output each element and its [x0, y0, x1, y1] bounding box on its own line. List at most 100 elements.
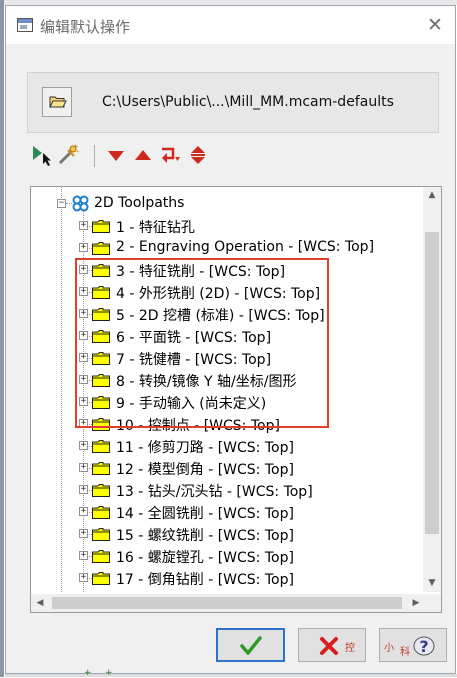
help-icon: ?: [413, 636, 435, 656]
move-to-button[interactable]: [159, 144, 181, 166]
toolpaths-group-icon: [72, 195, 89, 212]
edit-operation-button[interactable]: [57, 144, 79, 166]
tree-item-label[interactable]: 7 - 铣健槽 - [WCS: Top]: [116, 349, 271, 369]
tree-item-label[interactable]: 13 - 钻头/沉头钻 - [WCS: Top]: [116, 481, 313, 501]
expand-toggle[interactable]: +: [79, 309, 88, 318]
tree-item-label[interactable]: 12 - 模型倒角 - [WCS: Top]: [116, 459, 294, 479]
scroll-left-arrow[interactable]: ◀: [31, 594, 49, 612]
folder-icon: [92, 308, 110, 321]
tree-item[interactable]: +8 - 转换/镜像 Y 轴/坐标/图形: [31, 369, 421, 391]
folder-icon: [92, 462, 110, 475]
ok-button[interactable]: [216, 628, 285, 662]
folder-icon: [92, 418, 110, 431]
scroll-down-arrow[interactable]: ▼: [423, 575, 441, 592]
tree-item[interactable]: +13 - 钻头/沉头钻 - [WCS: Top]: [31, 479, 421, 501]
scroll-up-arrow[interactable]: ▲: [423, 187, 441, 204]
select-arrow-button[interactable]: [31, 144, 53, 166]
root-collapse-toggle[interactable]: −: [57, 199, 66, 208]
vertical-scroll-thumb[interactable]: [425, 232, 439, 534]
vertical-scrollbar[interactable]: ▲ ▼: [423, 187, 441, 592]
title-bar: 编辑默认操作 ✕: [6, 6, 455, 44]
toolbar-separator: [94, 145, 95, 167]
tree-item-label[interactable]: 17 - 倒角钻削 - [WCS: Top]: [116, 569, 294, 589]
expand-toggle[interactable]: +: [79, 375, 88, 384]
expand-toggle[interactable]: +: [79, 529, 88, 538]
tree-root-label[interactable]: 2D Toolpaths: [94, 195, 184, 211]
tree-item-label[interactable]: 4 - 外形铣削 (2D) - [WCS: Top]: [116, 283, 320, 303]
tree-item-label[interactable]: 18 - 底切铣削 - [WCS: Top]: [116, 591, 294, 592]
expand-toggle[interactable]: +: [79, 397, 88, 406]
tree-item-label[interactable]: 3 - 特征铣削 - [WCS: Top]: [116, 261, 285, 281]
tree-item-label[interactable]: 16 - 螺旋镗孔 - [WCS: Top]: [116, 547, 294, 567]
expand-toggle[interactable]: +: [79, 485, 88, 494]
tree-item-label[interactable]: 10 - 控制点 - [WCS: Top]: [116, 415, 280, 435]
tree-item-label[interactable]: 15 - 螺纹铣削 - [WCS: Top]: [116, 525, 294, 545]
defaults-file-panel: C:\Users\Public\...\Mill_MM.mcam-default…: [27, 72, 439, 133]
expand-toggle[interactable]: +: [79, 463, 88, 472]
window-icon: [17, 18, 33, 32]
expand-toggle[interactable]: +: [79, 353, 88, 362]
expand-toggle[interactable]: +: [79, 551, 88, 560]
expand-toggle[interactable]: +: [79, 441, 88, 450]
help-glyph: ?: [419, 637, 428, 656]
expand-toggle[interactable]: +: [79, 573, 88, 582]
expand-collapse-icon: [191, 146, 205, 164]
tree-item[interactable]: +6 - 平面铣 - [WCS: Top]: [31, 325, 421, 347]
tree-item[interactable]: +10 - 控制点 - [WCS: Top]: [31, 413, 421, 435]
expand-toggle[interactable]: +: [79, 265, 88, 274]
tree-item[interactable]: +9 - 手动输入 (尚未定义): [31, 391, 421, 413]
folder-icon: [92, 506, 110, 519]
folder-icon: [92, 396, 110, 409]
edit-default-operations-dialog: 编辑默认操作 ✕ C:\Users\Public\...\Mill_MM.mca…: [5, 5, 456, 674]
open-file-button[interactable]: [42, 87, 72, 117]
tree-item[interactable]: +18 - 底切铣削 - [WCS: Top]: [31, 589, 421, 592]
tree-item-label[interactable]: 1 - 特征钻孔: [116, 217, 195, 237]
move-down-button[interactable]: [105, 144, 127, 166]
red-x-icon: [320, 637, 338, 655]
help-button[interactable]: 小 科 ?: [379, 628, 447, 662]
tree-item[interactable]: +2 - Engraving Operation - [WCS: Top]: [31, 237, 421, 259]
tree-item[interactable]: +15 - 螺纹铣削 - [WCS: Top]: [31, 523, 421, 545]
move-up-button[interactable]: [132, 144, 154, 166]
folder-icon: [92, 572, 110, 585]
tree-item[interactable]: +1 - 特征钻孔: [31, 215, 421, 237]
background-app-strip: [0, 0, 4, 677]
folder-icon: [92, 440, 110, 453]
expand-toggle[interactable]: +: [79, 419, 88, 428]
tree-item[interactable]: +3 - 特征铣削 - [WCS: Top]: [31, 259, 421, 281]
expand-toggle[interactable]: +: [79, 287, 88, 296]
tree-item[interactable]: +5 - 2D 挖槽 (标准) - [WCS: Top]: [31, 303, 421, 325]
move-to-icon: [162, 147, 180, 163]
expand-toggle[interactable]: +: [79, 243, 88, 252]
folder-icon: [92, 286, 110, 299]
tree-item[interactable]: +4 - 外形铣削 (2D) - [WCS: Top]: [31, 281, 421, 303]
tree-item-label[interactable]: 2 - Engraving Operation - [WCS: Top]: [116, 239, 374, 255]
tree-item-label[interactable]: 6 - 平面铣 - [WCS: Top]: [116, 327, 271, 347]
tree-item[interactable]: +12 - 模型倒角 - [WCS: Top]: [31, 457, 421, 479]
folder-icon: [92, 330, 110, 343]
expand-collapse-button[interactable]: [187, 144, 209, 166]
close-button[interactable]: ✕: [421, 12, 449, 38]
tree-item-label[interactable]: 5 - 2D 挖槽 (标准) - [WCS: Top]: [116, 305, 325, 325]
wand-edit-icon: [58, 144, 79, 165]
checkmark-icon: [240, 636, 262, 655]
expand-toggle[interactable]: +: [79, 507, 88, 516]
tree-item-label[interactable]: 14 - 全圆铣削 - [WCS: Top]: [116, 503, 294, 523]
tree-item[interactable]: +7 - 铣健槽 - [WCS: Top]: [31, 347, 421, 369]
folder-icon: [92, 264, 110, 277]
tree-toolbar: [31, 144, 231, 170]
open-folder-icon: [49, 96, 67, 108]
tree-item[interactable]: +16 - 螺旋镗孔 - [WCS: Top]: [31, 545, 421, 567]
tree-item[interactable]: +17 - 倒角钻削 - [WCS: Top]: [31, 567, 421, 589]
tree-item-label[interactable]: 9 - 手动输入 (尚未定义): [116, 393, 266, 413]
expand-toggle[interactable]: +: [79, 331, 88, 340]
horizontal-scrollbar[interactable]: ◀ ▶: [31, 594, 425, 612]
expand-toggle[interactable]: +: [79, 221, 88, 230]
horizontal-scroll-thumb[interactable]: [52, 597, 402, 609]
cancel-button[interactable]: 控: [298, 628, 366, 662]
tree-item[interactable]: +11 - 修剪刀路 - [WCS: Top]: [31, 435, 421, 457]
defaults-file-path: C:\Users\Public\...\Mill_MM.mcam-default…: [102, 94, 394, 110]
tree-item-label[interactable]: 8 - 转换/镜像 Y 轴/坐标/图形: [116, 371, 296, 391]
tree-item[interactable]: +14 - 全圆铣削 - [WCS: Top]: [31, 501, 421, 523]
tree-item-label[interactable]: 11 - 修剪刀路 - [WCS: Top]: [116, 437, 294, 457]
